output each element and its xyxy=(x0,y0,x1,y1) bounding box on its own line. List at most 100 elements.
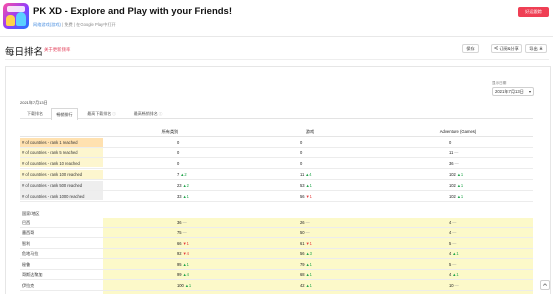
cell-value: 26 xyxy=(300,220,305,225)
date-filter-label: 显示日期 xyxy=(492,81,507,85)
country-cell: 5— xyxy=(449,262,456,267)
country-cell: 92▼4 xyxy=(177,251,189,256)
rank-change-indicator: ▲3 xyxy=(305,251,312,256)
country-row-label: 智利 xyxy=(22,241,31,246)
tab-top-grossing-rank[interactable]: 最高畅销排名 ⓘ xyxy=(126,108,170,119)
row-divider xyxy=(20,157,533,158)
rank-change-indicator: — xyxy=(454,150,459,155)
app-title: PK XD - Explore and Play with your Frien… xyxy=(33,6,233,17)
chevron-down-icon: ▾ xyxy=(528,89,531,94)
subscribe-share-label: 订阅&分享 xyxy=(499,45,519,51)
rank-change-indicator: ▲1 xyxy=(182,262,189,267)
scroll-top-icon[interactable] xyxy=(540,280,550,290)
rank-change-indicator: ▲1 xyxy=(182,194,189,199)
developer-link[interactable]: 网络游戏(游戏) xyxy=(33,22,61,27)
export-button[interactable]: 导出 xyxy=(525,44,547,53)
summary-cell: 56▼1 xyxy=(300,194,312,199)
country-row-label: 墨西哥 xyxy=(22,230,35,235)
column-header-adventure[interactable]: Adventure (Games) xyxy=(428,129,488,134)
cell-value: 7 xyxy=(177,172,180,177)
cell-value: 4 xyxy=(449,272,452,277)
cell-value: 53 xyxy=(300,183,305,188)
country-rows-bg xyxy=(103,218,533,294)
summary-row-label: # of countries - rank 10 reached xyxy=(22,161,80,166)
rank-change-indicator: ▲1 xyxy=(456,194,464,199)
country-cell: 5— xyxy=(449,241,456,246)
summary-cell: 102▲1 xyxy=(449,194,463,199)
share-icon xyxy=(494,46,498,51)
country-cell: 75— xyxy=(177,230,187,235)
summary-cell: 33▲1 xyxy=(177,194,189,199)
cell-value: 36 xyxy=(177,220,182,225)
row-divider xyxy=(20,248,533,249)
country-cell: 26— xyxy=(300,220,310,225)
summary-cell: 11— xyxy=(449,150,458,155)
rank-change-indicator: ▲1 xyxy=(456,172,464,177)
row-divider xyxy=(20,168,533,169)
summary-cell: 53▲1 xyxy=(300,183,312,188)
summary-row-label: # of countries - rank 500 reached xyxy=(22,183,83,188)
rank-change-indicator: ▼1 xyxy=(182,241,189,246)
rank-change-indicator: — xyxy=(305,230,310,235)
update-frequency-link[interactable]: 关于更新频率 xyxy=(44,47,70,53)
column-header-games[interactable]: 游戏 xyxy=(290,129,330,135)
tab-label: 最高畅销排名 xyxy=(133,111,158,116)
date-select[interactable]: 2021年7月13日 ▾ xyxy=(492,87,534,96)
summary-cell: 23▲2 xyxy=(177,183,189,188)
rank-change-indicator: — xyxy=(454,283,459,288)
tab-label: 下载排名 xyxy=(27,111,43,116)
tab-top-download-rank[interactable]: 最高下载排名 ⓘ xyxy=(79,108,124,119)
tab-grossing-rank[interactable]: 畅销排行 xyxy=(51,108,78,120)
summary-cell: 0 xyxy=(177,150,180,155)
cell-value: 99 xyxy=(177,272,182,277)
country-cell: 4— xyxy=(449,220,456,225)
app-icon xyxy=(3,3,29,29)
header-divider xyxy=(20,136,533,137)
cell-value: 75 xyxy=(177,230,182,235)
cell-value: 4 xyxy=(449,230,452,235)
country-cell: 4— xyxy=(449,230,456,235)
cell-value: 0 xyxy=(449,140,452,145)
row-divider xyxy=(20,290,533,291)
row-divider xyxy=(20,201,533,202)
country-cell: 4▲1 xyxy=(449,251,459,256)
row-divider xyxy=(20,190,533,191)
cell-value: 11 xyxy=(449,150,454,155)
country-cell: 42▲1 xyxy=(300,283,312,288)
subscribe-share-button[interactable]: 订阅&分享 xyxy=(491,44,522,53)
cell-value: 42 xyxy=(300,283,305,288)
cell-value: 102 xyxy=(449,194,456,199)
export-button-label: 导出 xyxy=(529,45,538,51)
rank-change-indicator: — xyxy=(305,220,310,225)
summary-cell: 0 xyxy=(300,161,303,166)
column-header-all-categories[interactable]: 所有类别 xyxy=(145,129,195,135)
rank-change-indicator: ▲4 xyxy=(305,172,312,177)
row-divider xyxy=(20,237,533,238)
page-title: 每日排名 xyxy=(5,47,44,58)
row-divider xyxy=(20,227,533,228)
country-cell: 79▲1 xyxy=(300,262,312,267)
cell-value: 11 xyxy=(300,172,305,177)
track-button[interactable]: 好运跟踪 xyxy=(518,7,549,17)
cell-value: 100 xyxy=(177,283,184,288)
country-row-label: 哥斯达黎加 xyxy=(22,272,43,277)
rank-change-indicator: ▼1 xyxy=(305,241,312,246)
rank-change-indicator: ▲2 xyxy=(182,183,189,188)
cell-value: 10 xyxy=(449,283,454,288)
save-button[interactable]: 保存 xyxy=(462,44,479,53)
rank-change-indicator: ▼1 xyxy=(305,194,312,199)
ranking-tabs: 下载排名 畅销排行 最高下载排名 ⓘ 最高畅销排名 ⓘ xyxy=(20,108,533,120)
summary-cell: 102▲1 xyxy=(449,183,463,188)
cell-value: 95 xyxy=(177,262,182,267)
cell-value: 0 xyxy=(177,161,180,166)
cell-value: 50 xyxy=(300,230,305,235)
cell-value: 0 xyxy=(177,150,180,155)
app-header: PK XD - Explore and Play with your Frien… xyxy=(0,0,553,37)
download-icon xyxy=(539,46,543,51)
country-cell: 66▼1 xyxy=(177,241,189,246)
cell-value: 66 xyxy=(177,241,182,246)
summary-row-label: # of countries - rank 1 reached xyxy=(22,140,78,145)
tab-label: 畅销排行 xyxy=(56,111,73,117)
tab-download-rank[interactable]: 下载排名 xyxy=(20,108,50,119)
save-button-label: 保存 xyxy=(466,45,475,51)
